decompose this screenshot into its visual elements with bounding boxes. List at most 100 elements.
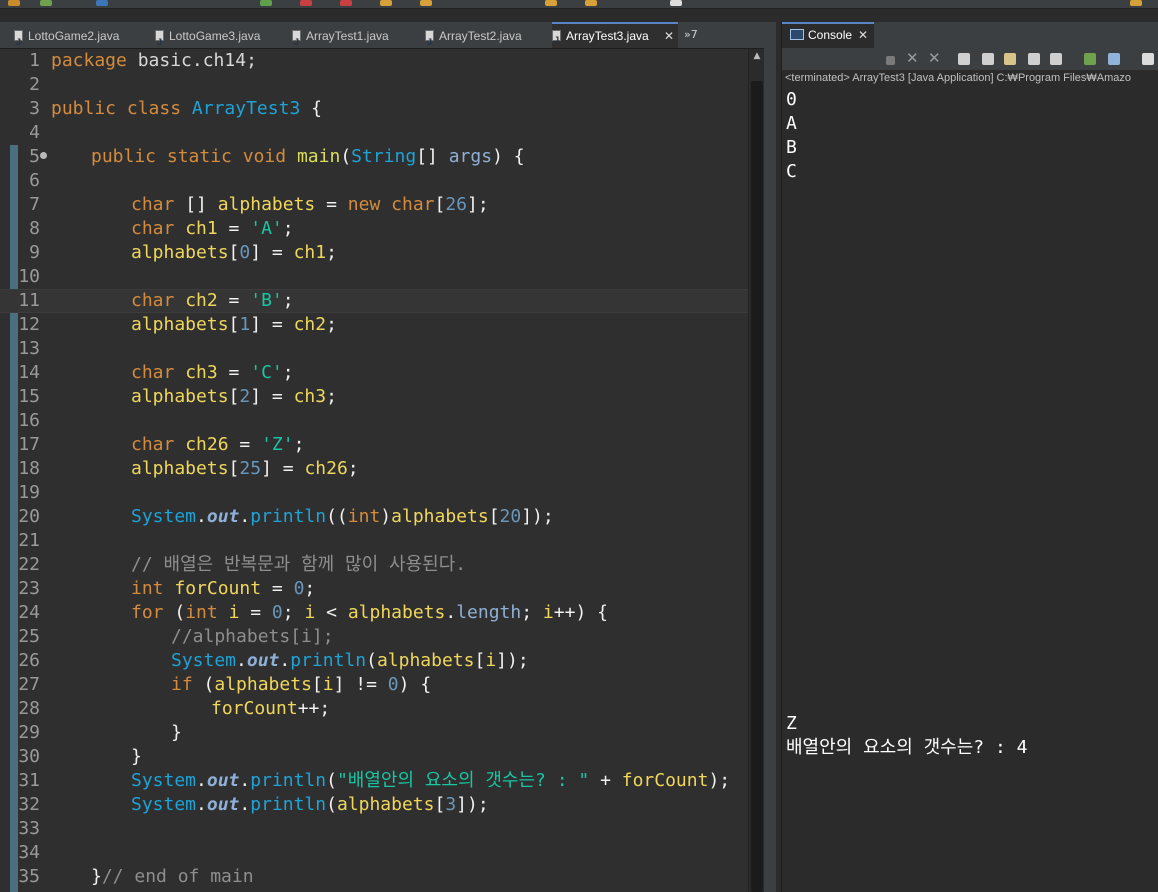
console-output-line: 배열안의 요소의 갯수는? : 4 — [786, 737, 1028, 758]
fold-icon[interactable] — [40, 152, 47, 159]
display-console-icon[interactable] — [1108, 53, 1120, 65]
line-number: 4 — [29, 122, 40, 143]
line-number: 7 — [29, 194, 40, 215]
tab-arraytest1[interactable]: ArrayTest1.java — [292, 22, 422, 56]
toolbar-icon[interactable] — [8, 0, 20, 6]
show-on-error-icon[interactable] — [1050, 53, 1062, 65]
line-number: 14 — [18, 362, 40, 383]
line-number: 12 — [18, 314, 40, 335]
line-number: 6 — [29, 170, 40, 191]
console-output-line: 0 — [786, 89, 797, 110]
tab-console[interactable]: Console ✕ — [782, 22, 874, 48]
line-number: 33 — [18, 818, 40, 839]
tab-label: ArrayTest2.java — [439, 29, 522, 43]
toolbar-icon[interactable] — [670, 0, 682, 6]
code-line: 25//alphabets[i]; — [0, 625, 748, 649]
tab-lottogame3[interactable]: LottoGame3.java — [155, 22, 287, 56]
close-icon[interactable]: ✕ — [664, 24, 674, 48]
code-editor[interactable]: 1 package basic.ch14; 2 3 public class Arr… — [0, 49, 776, 892]
toolbar-icon[interactable] — [1130, 0, 1142, 6]
code-line: 10 — [0, 265, 748, 289]
line-number: 1 — [29, 50, 40, 71]
line-number: 8 — [29, 218, 40, 239]
editor-vertical-scrollbar[interactable]: ▲ — [748, 49, 765, 892]
terminate-icon[interactable] — [886, 56, 895, 65]
toolbar-icon[interactable] — [585, 0, 597, 6]
java-file-icon — [425, 28, 434, 56]
line-number: 17 — [18, 434, 40, 455]
line-number: 16 — [18, 410, 40, 431]
toolbar-icon[interactable] — [420, 0, 432, 6]
clear-console-icon[interactable] — [958, 53, 970, 65]
line-number: 35 — [18, 866, 40, 887]
line-number: 22 — [18, 554, 40, 575]
tab-arraytest3[interactable]: ArrayTest3.java ✕ — [552, 22, 678, 52]
console-output-line: B — [786, 137, 797, 158]
code-line: 28 forCount++; — [0, 697, 748, 721]
pane-divider[interactable] — [764, 22, 776, 892]
code-line: 15 alphabets[2] = ch3; — [0, 385, 748, 409]
remove-launch-icon[interactable]: ✕ — [906, 49, 919, 67]
toolbar-icon[interactable] — [380, 0, 392, 6]
toolbar-icon[interactable] — [40, 0, 52, 6]
scroll-lock-icon[interactable] — [982, 53, 994, 65]
editor-pane: LottoGame2.java LottoGame3.java ArrayTes… — [0, 22, 776, 892]
remove-all-icon[interactable]: ✕ — [928, 49, 941, 67]
java-file-icon — [14, 28, 23, 56]
code-line: 16 — [0, 409, 748, 433]
console-output-line: C — [786, 161, 797, 182]
code-line: 7 char [] alphabets = new char[26]; — [0, 193, 748, 217]
tab-label: Console — [808, 28, 853, 42]
code-line: 6 — [0, 169, 748, 193]
code-line: 12 alphabets[1] = ch2; — [0, 313, 748, 337]
line-number: 2 — [29, 74, 40, 95]
toolbar-icon[interactable] — [340, 0, 352, 6]
code-line: 33 — [0, 817, 748, 841]
code-line: 24 for (int i = 0; i < alphabets.length; … — [0, 601, 748, 625]
line-number: 9 — [29, 242, 40, 263]
code-line: 20 System.out.println((int)alphabets[20])… — [0, 505, 748, 529]
tab-arraytest2[interactable]: ArrayTest2.java — [425, 22, 549, 56]
toolbar-icon[interactable] — [260, 0, 272, 6]
code-line: 19 — [0, 481, 748, 505]
code-line: 22// 배열은 반복문과 함께 많이 사용된다. — [0, 553, 748, 577]
line-number: 27 — [18, 674, 40, 695]
code-line: 8 char ch1 = 'A'; — [0, 217, 748, 241]
code-line: 21 — [0, 529, 748, 553]
line-number: 10 — [18, 266, 40, 287]
line-number: 11 — [18, 290, 40, 311]
code-line: 1 package basic.ch14; — [0, 49, 748, 73]
code-line: 32 System.out.println(alphabets[3]); — [0, 793, 748, 817]
line-number: 28 — [18, 698, 40, 719]
tab-label: ArrayTest3.java — [566, 29, 649, 43]
close-icon[interactable]: ✕ — [858, 24, 868, 46]
code-line: 18 alphabets[25] = ch26; — [0, 457, 748, 481]
show-on-output-icon[interactable] — [1028, 53, 1040, 65]
scroll-up-icon[interactable]: ▲ — [749, 49, 765, 63]
pin-console-icon[interactable] — [1084, 53, 1096, 65]
tab-lottogame2[interactable]: LottoGame2.java — [14, 22, 152, 56]
console-toolbar: ✕ ✕ — [782, 48, 1158, 70]
line-number: 32 — [18, 794, 40, 815]
editor-tab-bar: LottoGame2.java LottoGame3.java ArrayTes… — [0, 22, 776, 56]
line-number: 18 — [18, 458, 40, 479]
word-wrap-icon[interactable] — [1004, 53, 1016, 65]
line-number: 21 — [18, 530, 40, 551]
open-console-icon[interactable] — [1142, 53, 1154, 65]
line-number: 25 — [18, 626, 40, 647]
code-line: 34 — [0, 841, 748, 865]
toolbar-icon[interactable] — [300, 0, 312, 6]
main-toolbar — [0, 0, 1158, 9]
toolbar-icon[interactable] — [545, 0, 557, 6]
tab-overflow-button[interactable]: »7 — [684, 22, 698, 48]
line-number: 34 — [18, 842, 40, 863]
line-number: 30 — [18, 746, 40, 767]
console-output-line: A — [786, 113, 797, 134]
console-status: <terminated> ArrayTest3 [Java Applicatio… — [785, 72, 1132, 84]
tab-label: LottoGame2.java — [28, 29, 120, 43]
line-number: 13 — [18, 338, 40, 359]
toolbar-icon[interactable] — [96, 0, 108, 6]
java-file-icon — [552, 28, 561, 52]
line-number: 15 — [18, 386, 40, 407]
scrollbar-thumb[interactable] — [751, 81, 763, 892]
